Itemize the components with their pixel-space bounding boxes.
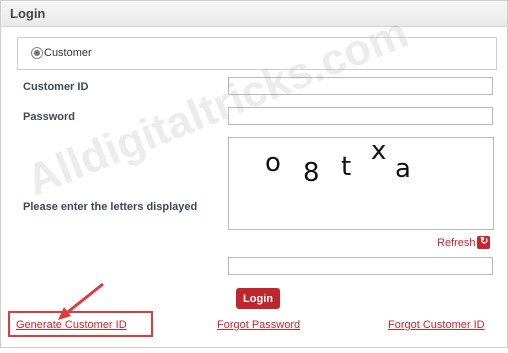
annotation-arrow-icon [58, 282, 104, 320]
